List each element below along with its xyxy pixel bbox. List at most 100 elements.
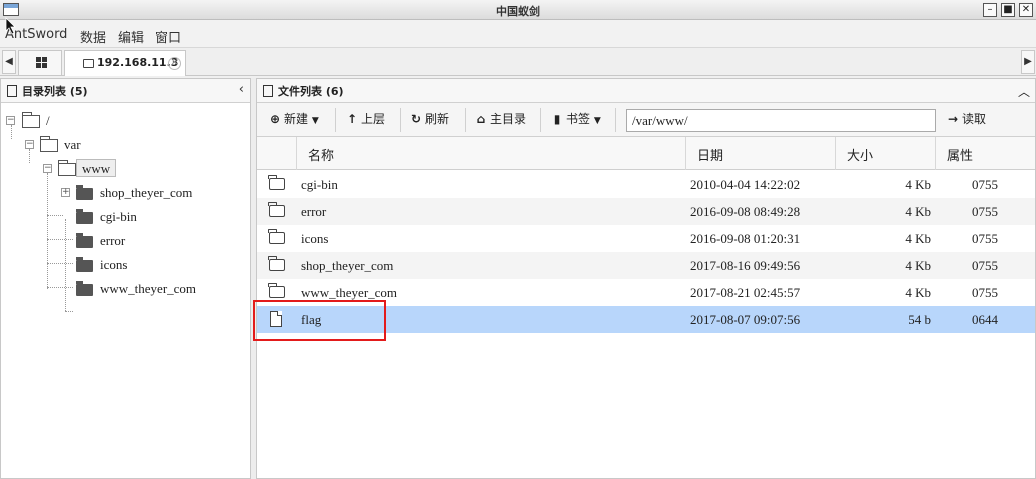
collapse-icon[interactable]: − (43, 164, 52, 173)
minimize-button[interactable]: – (983, 3, 997, 17)
file-size: 54 b (908, 312, 931, 327)
file-perm: 0755 (972, 231, 998, 246)
file-name: shop_theyer_com (301, 258, 394, 273)
toolbar-divider (615, 108, 616, 132)
tab-scroll-left-button[interactable]: ◀ (2, 50, 16, 74)
column-date[interactable]: 日期 (685, 137, 836, 170)
tree-panel-header: 目录列表 (5) ‹ (1, 79, 250, 103)
tab-host-label: 192.168.11.3 (97, 56, 179, 69)
file-toolbar: ⊕ 新建 ▼ ↑ 上层 ↻ 刷新 ⌂ 主目录 ▮ 书签 ▼ /var/www/ → 读取 (257, 103, 1035, 137)
document-icon (7, 85, 17, 97)
file-name: icons (301, 231, 329, 246)
column-size[interactable]: 大小 (835, 137, 936, 170)
read-button-label: 读取 (962, 112, 987, 126)
new-button[interactable]: ⊕ 新建 ▼ (269, 110, 319, 130)
expand-icon[interactable]: + (61, 188, 70, 197)
folder-open-icon (40, 136, 58, 152)
tree-node-error[interactable]: error (1, 231, 241, 251)
tree-line (65, 311, 73, 312)
collapse-panel-icon[interactable]: ‹ (239, 82, 244, 97)
collapse-icon[interactable]: − (6, 116, 15, 125)
tree-label: var (64, 137, 81, 152)
file-panel-header: 文件列表 (6) ︿ (257, 79, 1035, 103)
tree-label: www_theyer_com (100, 281, 197, 296)
home-button[interactable]: ⌂ 主目录 (475, 110, 526, 130)
file-size: 4 Kb (905, 258, 931, 273)
menu-data[interactable]: 数据 (80, 27, 106, 46)
column-perm[interactable]: 属性 (935, 137, 1035, 170)
tab-close-icon[interactable]: ✕ (168, 57, 181, 70)
tree-node-icons[interactable]: icons (1, 255, 241, 275)
menu-window[interactable]: 窗口 (155, 27, 181, 46)
folder-icon (76, 281, 93, 296)
tree-node-www[interactable]: − www (1, 159, 241, 179)
menu-bar: AntSword 数据 编辑 窗口 (0, 20, 1036, 48)
file-perm: 0644 (972, 312, 998, 327)
tree-node-root[interactable]: − / (1, 111, 241, 131)
tree-panel-title: 目录列表 (5) (22, 85, 88, 98)
read-button[interactable]: → 读取 (947, 110, 986, 130)
bookmark-button-label: 书签 (566, 112, 591, 126)
grid-icon (36, 57, 47, 68)
highlight-box (253, 300, 386, 341)
tree-label: shop_theyer_com (100, 185, 193, 200)
tree-label: / (46, 113, 50, 128)
path-input[interactable]: /var/www/ (626, 109, 936, 132)
arrow-up-icon: ↑ (346, 112, 358, 126)
file-date: 2017-08-07 09:07:56 (690, 312, 801, 327)
toolbar-divider (465, 108, 466, 132)
folder-icon (268, 229, 285, 244)
file-size: 4 Kb (905, 177, 931, 192)
tree-label: icons (100, 257, 128, 272)
title-bar: 中国蚁剑 – ■ ✕ (0, 0, 1036, 20)
window-title: 中国蚁剑 (496, 5, 540, 18)
tree-node-cgi-bin[interactable]: cgi-bin (1, 207, 241, 227)
file-perm: 0755 (972, 204, 998, 219)
table-row[interactable]: icons 2016-09-08 01:20:31 4 Kb 0755 (257, 225, 1035, 252)
tree-label: error (100, 233, 126, 248)
tree-node-www-theyer-com[interactable]: www_theyer_com (1, 279, 241, 299)
plus-circle-icon: ⊕ (269, 112, 281, 126)
bookmark-icon: ▮ (553, 112, 561, 126)
bookmark-button[interactable]: ▮ 书签 ▼ (551, 110, 601, 130)
up-button-label: 上层 (361, 112, 386, 126)
up-button[interactable]: ↑ 上层 (346, 110, 385, 130)
folder-icon (268, 175, 285, 190)
folder-icon (268, 283, 285, 298)
toolbar-divider (335, 108, 336, 132)
caret-down-icon: ▼ (593, 116, 601, 126)
folder-icon (76, 233, 93, 248)
new-button-label: 新建 (284, 112, 309, 126)
file-date: 2016-09-08 01:20:31 (690, 231, 801, 246)
table-row[interactable]: shop_theyer_com 2017-08-16 09:49:56 4 Kb… (257, 252, 1035, 279)
file-name: cgi-bin (301, 177, 338, 192)
tree-node-var[interactable]: − var (1, 135, 241, 155)
collapse-panel-icon[interactable]: ︿ (1018, 83, 1030, 100)
mouse-cursor-icon (5, 17, 16, 35)
column-name[interactable]: 名称 (296, 137, 686, 170)
tree-label: cgi-bin (100, 209, 137, 224)
close-button[interactable]: ✕ (1019, 3, 1033, 17)
tree-node-shop-theyer-com[interactable]: + shop_theyer_com (1, 183, 241, 203)
tab-home[interactable] (18, 50, 62, 75)
table-row[interactable]: error 2016-09-08 08:49:28 4 Kb 0755 (257, 198, 1035, 225)
file-date: 2016-09-08 08:49:28 (690, 204, 801, 219)
file-perm: 0755 (972, 258, 998, 273)
folder-icon (83, 59, 94, 68)
refresh-button-label: 刷新 (425, 112, 450, 126)
file-panel-title: 文件列表 (6) (278, 85, 344, 98)
maximize-button[interactable]: ■ (1001, 3, 1015, 17)
menu-edit[interactable]: 编辑 (118, 27, 144, 46)
file-name: error (301, 204, 327, 219)
tab-host[interactable]: 192.168.11.3 ✕ (64, 50, 186, 76)
document-icon (263, 85, 273, 97)
file-date: 2017-08-21 02:45:57 (690, 285, 801, 300)
table-row[interactable]: cgi-bin 2010-04-04 14:22:02 4 Kb 0755 (257, 171, 1035, 198)
file-size: 4 Kb (905, 285, 931, 300)
folder-open-icon (22, 112, 40, 128)
file-list-panel: 文件列表 (6) ︿ ⊕ 新建 ▼ ↑ 上层 ↻ 刷新 ⌂ 主目录 ▮ 书签 ▼ /var… (256, 78, 1036, 479)
refresh-button[interactable]: ↻ 刷新 (410, 110, 449, 130)
collapse-icon[interactable]: − (25, 140, 34, 149)
file-name: www_theyer_com (301, 285, 398, 300)
tab-scroll-right-button[interactable]: ▶ (1021, 50, 1035, 74)
